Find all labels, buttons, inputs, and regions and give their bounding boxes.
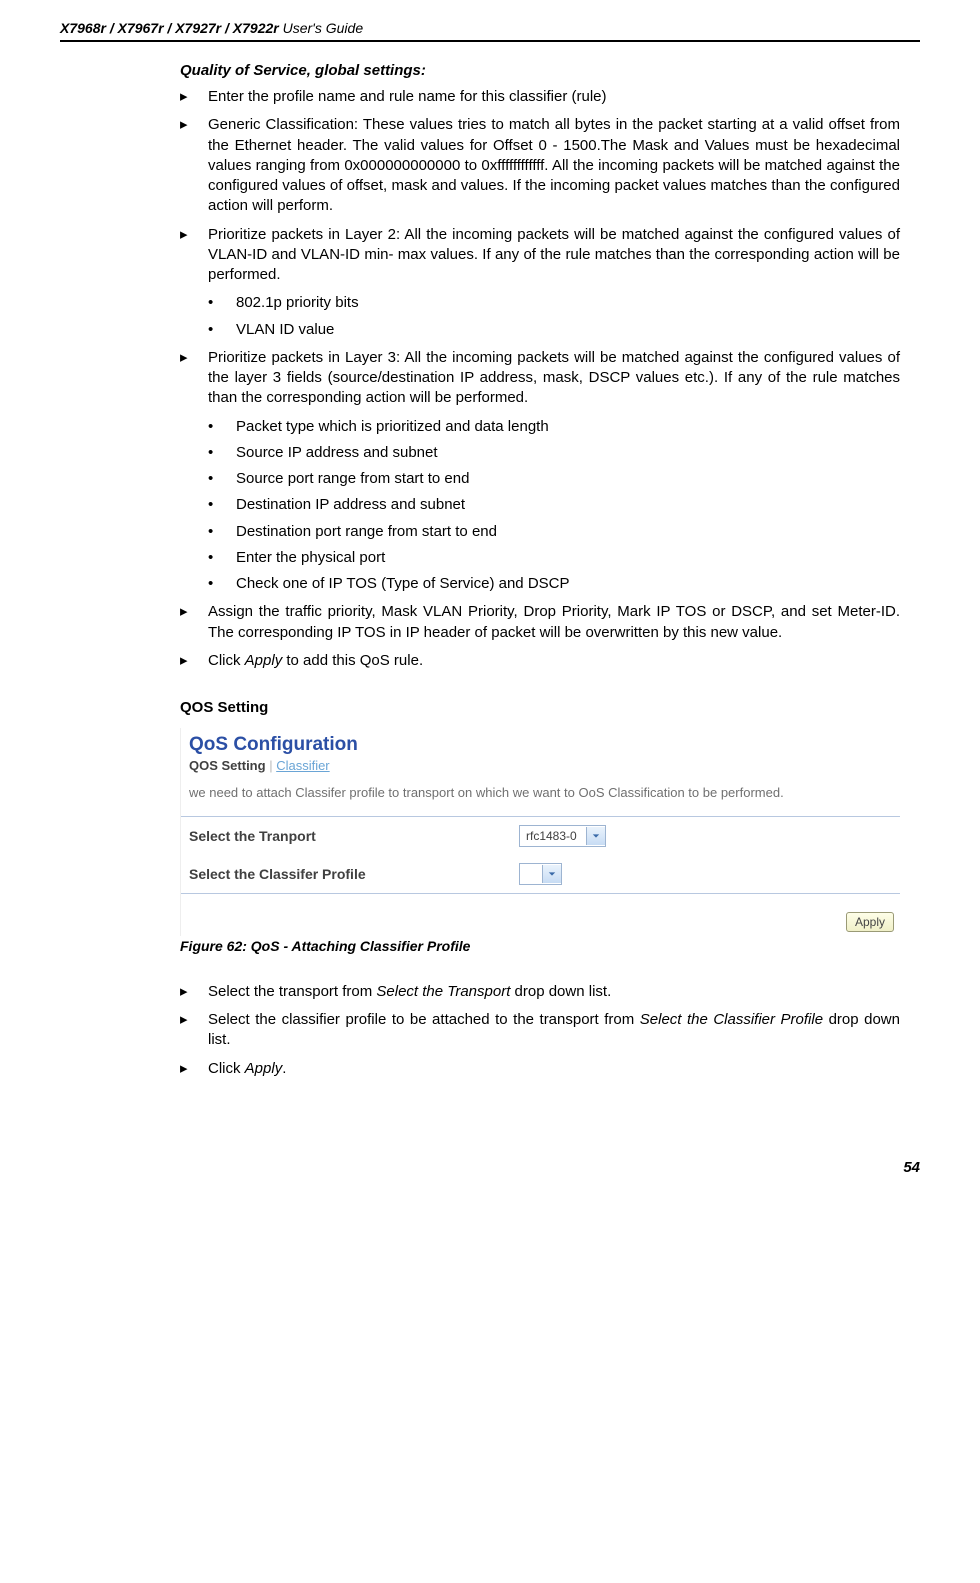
figure-caption: Figure 62: QoS - Attaching Classifier Pr… <box>180 938 900 954</box>
section-subtitle: Quality of Service, global settings: <box>180 62 900 79</box>
tab-qos-setting[interactable]: QOS Setting <box>189 758 266 773</box>
header-suffix: User's Guide <box>279 20 363 36</box>
dot-bullet-icon: • <box>208 469 236 489</box>
list-item: ▸ Enter the profile name and rule name f… <box>180 87 900 107</box>
list-item: ▸ Click Apply to add this QoS rule. <box>180 651 900 671</box>
dot-bullet-icon: • <box>208 417 236 437</box>
list-item: ▸ Click Apply. <box>180 1059 900 1079</box>
apply-button[interactable]: Apply <box>846 912 894 932</box>
triangle-bullet-icon: ▸ <box>180 87 208 107</box>
sub-list-item: •Enter the physical port <box>208 548 900 568</box>
transport-label: Select the Tranport <box>189 828 519 844</box>
list-item: ▸ Select the transport from Select the T… <box>180 982 900 1002</box>
chevron-down-icon <box>542 865 561 883</box>
sub-list-item: • 802.1p priority bits <box>208 293 900 313</box>
dot-bullet-icon: • <box>208 522 236 542</box>
page-number: 54 <box>60 1159 920 1176</box>
sub-list-item: •Source port range from start to end <box>208 469 900 489</box>
qos-setting-heading: QOS Setting <box>180 699 900 716</box>
classifier-label: Select the Classifer Profile <box>189 866 519 882</box>
triangle-bullet-icon: ▸ <box>180 602 208 643</box>
dot-bullet-icon: • <box>208 574 236 594</box>
dot-bullet-icon: • <box>208 293 236 313</box>
sub-list-item: •Source IP address and subnet <box>208 443 900 463</box>
dot-bullet-icon: • <box>208 443 236 463</box>
triangle-bullet-icon: ▸ <box>180 1010 208 1051</box>
triangle-bullet-icon: ▸ <box>180 115 208 216</box>
sub-list-item: •Destination port range from start to en… <box>208 522 900 542</box>
chevron-down-icon <box>586 827 605 845</box>
transport-select[interactable]: rfc1483-0 <box>519 825 606 847</box>
figure-tabs: QOS Setting | Classifier <box>189 758 892 773</box>
triangle-bullet-icon: ▸ <box>180 348 208 409</box>
list-item: ▸ Assign the traffic priority, Mask VLAN… <box>180 602 900 643</box>
dot-bullet-icon: • <box>208 320 236 340</box>
list-item: ▸ Select the classifier profile to be at… <box>180 1010 900 1051</box>
triangle-bullet-icon: ▸ <box>180 225 208 286</box>
dot-bullet-icon: • <box>208 495 236 515</box>
triangle-bullet-icon: ▸ <box>180 651 208 671</box>
classifier-select[interactable] <box>519 863 562 885</box>
list-item: ▸ Prioritize packets in Layer 3: All the… <box>180 348 900 409</box>
transport-row: Select the Tranport rfc1483-0 <box>181 817 900 855</box>
tab-classifier[interactable]: Classifier <box>276 758 329 773</box>
qos-figure: QoS Configuration QOS Setting | Classifi… <box>180 728 900 936</box>
models: X7968r / X7967r / X7927r / X7922r <box>60 20 279 36</box>
figure-description: we need to attach Classifer profile to t… <box>189 785 892 802</box>
triangle-bullet-icon: ▸ <box>180 1059 208 1079</box>
list-item: ▸ Prioritize packets in Layer 2: All the… <box>180 225 900 286</box>
page-header: X7968r / X7967r / X7927r / X7922r User's… <box>60 20 920 42</box>
list-item: ▸ Generic Classification: These values t… <box>180 115 900 216</box>
dot-bullet-icon: • <box>208 548 236 568</box>
sub-list-item: • VLAN ID value <box>208 320 900 340</box>
figure-title: QoS Configuration <box>189 734 892 756</box>
sub-list-item: •Packet type which is prioritized and da… <box>208 417 900 437</box>
sub-list-item: •Destination IP address and subnet <box>208 495 900 515</box>
triangle-bullet-icon: ▸ <box>180 982 208 1002</box>
sub-list-item: •Check one of IP TOS (Type of Service) a… <box>208 574 900 594</box>
classifier-row: Select the Classifer Profile <box>181 855 900 893</box>
